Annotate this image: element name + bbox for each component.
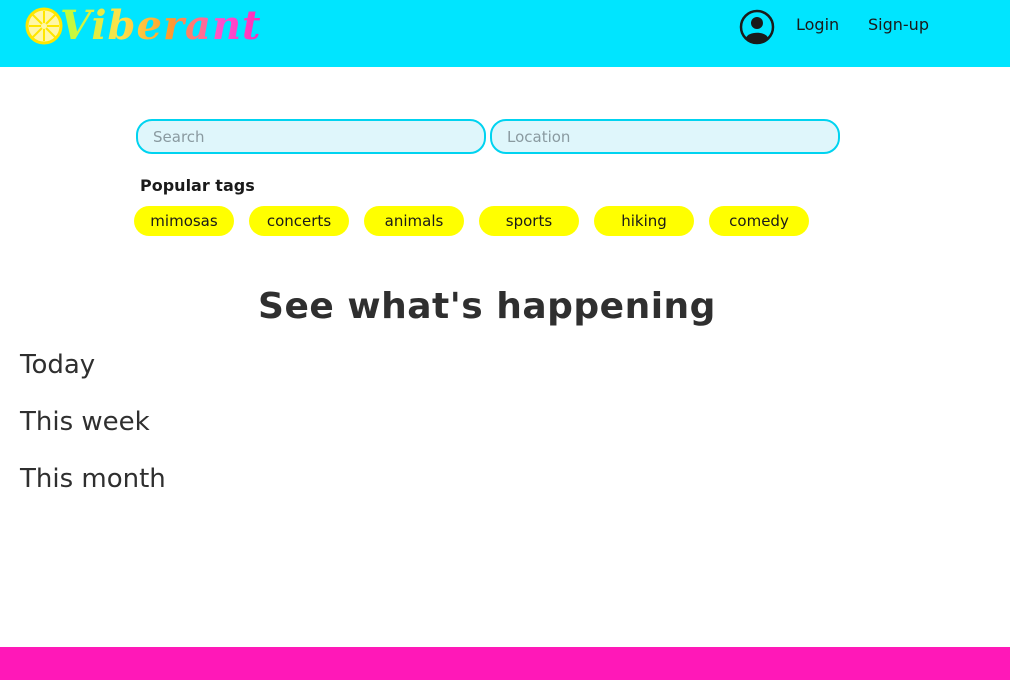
tag-sports[interactable]: sports: [479, 206, 579, 236]
tag-concerts[interactable]: concerts: [249, 206, 349, 236]
period-this-week[interactable]: This week: [20, 407, 150, 437]
period-today[interactable]: Today: [20, 350, 95, 380]
logo[interactable]: Viberant: [24, 4, 262, 48]
period-this-month[interactable]: This month: [20, 464, 166, 494]
login-link[interactable]: Login: [796, 15, 839, 34]
search-input[interactable]: [136, 119, 486, 154]
logo-wordmark: Viberant: [60, 2, 262, 49]
tag-hiking[interactable]: hiking: [594, 206, 694, 236]
lemon-slice-icon: [25, 7, 63, 45]
header: Viberant Login Sign-up: [0, 0, 1010, 67]
footer: [0, 647, 1010, 680]
tag-animals[interactable]: animals: [364, 206, 464, 236]
page-title: See what's happening: [258, 286, 716, 327]
signup-link[interactable]: Sign-up: [868, 15, 929, 34]
popular-tags-title: Popular tags: [140, 176, 255, 195]
tag-mimosas[interactable]: mimosas: [134, 206, 234, 236]
tag-comedy[interactable]: comedy: [709, 206, 809, 236]
location-input[interactable]: [490, 119, 840, 154]
user-circle-icon[interactable]: [739, 9, 775, 45]
search-bar: [136, 119, 840, 154]
